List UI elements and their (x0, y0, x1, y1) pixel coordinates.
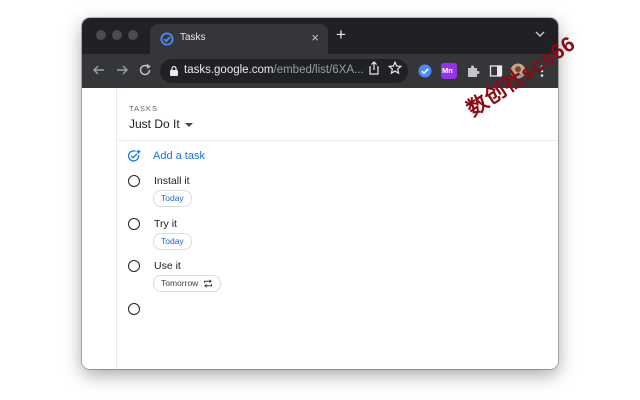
tasks-panel: TASKS Just Do It Add a task Install it T… (117, 88, 558, 369)
back-icon[interactable] (92, 63, 106, 77)
task-title[interactable]: Use it (154, 260, 181, 272)
due-date-label: Tomorrow (161, 278, 199, 288)
share-icon[interactable] (368, 61, 380, 75)
list-selector[interactable]: Just Do It (129, 117, 180, 131)
lock-icon (170, 65, 178, 76)
url-host: tasks.google.com (184, 64, 274, 76)
close-tab-icon[interactable]: × (311, 30, 319, 46)
add-task-icon (127, 149, 141, 162)
tasks-favicon-icon (160, 32, 174, 46)
new-tab-button[interactable]: + (336, 26, 346, 44)
reload-icon[interactable] (138, 63, 152, 77)
repeat-icon (204, 279, 213, 288)
add-task-label: Add a task (153, 150, 205, 162)
window-maximize-button[interactable] (128, 30, 138, 40)
mn-extension-label: Mn (442, 66, 453, 75)
window-minimize-button[interactable] (112, 30, 122, 40)
due-date-chip[interactable]: Today (153, 233, 192, 250)
task-title[interactable]: Install it (154, 175, 190, 187)
browser-window: Tasks × + tasks.google.com/embed/list/6X… (82, 18, 558, 369)
window-close-button[interactable] (96, 30, 106, 40)
star-icon[interactable] (388, 61, 402, 75)
url-text: tasks.google.com/embed/list/6XA... (184, 64, 364, 76)
task-title[interactable]: Try it (154, 218, 177, 230)
due-date-chip[interactable]: Today (153, 190, 192, 207)
tasks-extension-icon[interactable] (417, 63, 433, 79)
task-item: Install it Today (127, 174, 327, 212)
puzzle-extensions-icon[interactable] (465, 63, 481, 79)
task-item: Try it Today (127, 217, 327, 255)
caret-down-icon[interactable] (185, 123, 193, 127)
divider (117, 140, 558, 141)
page-content: TASKS Just Do It Add a task Install it T… (82, 88, 558, 369)
left-gutter (82, 88, 117, 369)
new-task-checkbox[interactable] (128, 303, 140, 315)
mn-extension-icon[interactable]: Mn (441, 63, 457, 79)
task-item: Use it Tomorrow (127, 259, 327, 297)
due-date-chip[interactable]: Tomorrow (153, 275, 222, 292)
url-path: /embed/list/6XA... (273, 64, 364, 76)
complete-checkbox[interactable] (128, 218, 140, 230)
section-label: TASKS (129, 104, 159, 113)
browser-tab[interactable]: Tasks × (150, 24, 328, 54)
complete-checkbox[interactable] (128, 260, 140, 272)
chevron-down-icon[interactable] (534, 28, 546, 40)
tab-strip: Tasks × + (82, 18, 558, 54)
forward-icon[interactable] (115, 63, 129, 77)
complete-checkbox[interactable] (128, 175, 140, 187)
add-task-button[interactable]: Add a task (127, 148, 247, 166)
tab-title: Tasks (180, 32, 206, 43)
